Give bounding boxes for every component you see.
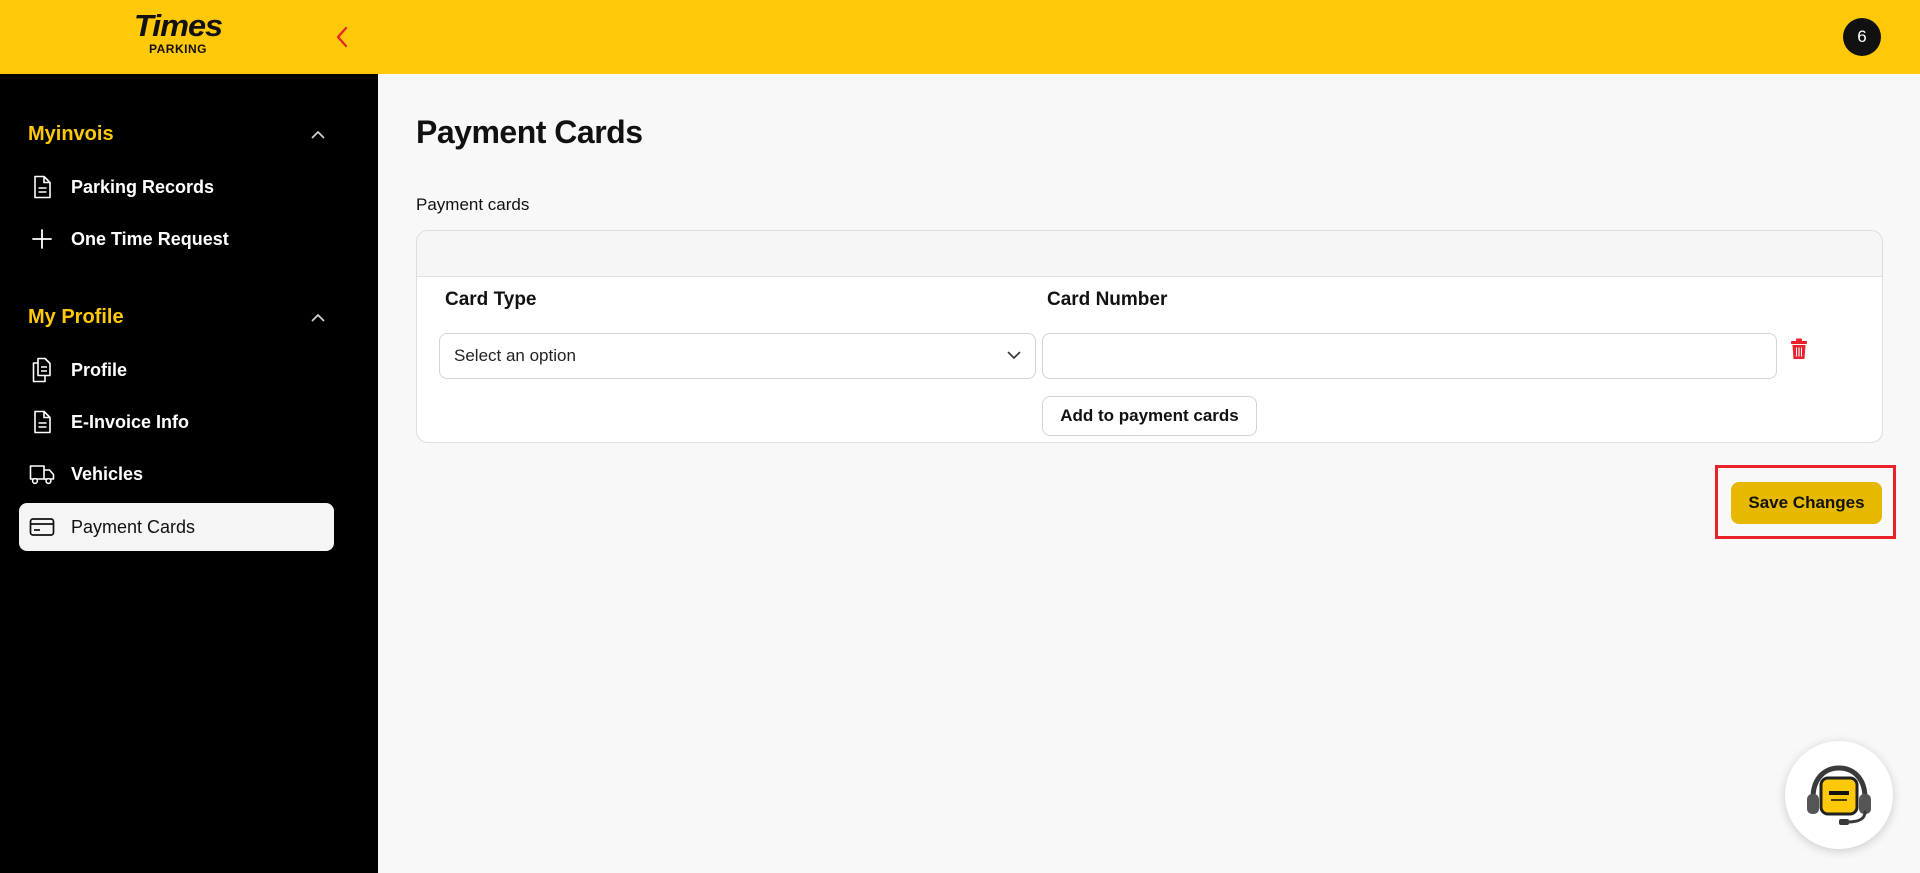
logo-wordmark: Times xyxy=(133,8,223,43)
sidebar-item-label: Vehicles xyxy=(71,463,144,484)
sidebar-item-label: Profile xyxy=(71,359,128,380)
plus-icon xyxy=(29,226,55,252)
main-content: Payment Cards Payment cards Card Type Ca… xyxy=(378,74,1920,873)
section-title: My Profile xyxy=(28,305,124,328)
card-type-select-value: Select an option xyxy=(454,346,576,365)
documents-icon xyxy=(29,357,55,383)
user-avatar[interactable]: 6 xyxy=(1843,18,1881,56)
card-number-header: Card Number xyxy=(1047,289,1168,310)
add-to-payment-cards-button[interactable]: Add to payment cards xyxy=(1042,396,1257,436)
section-header-myinvois[interactable]: Myinvois xyxy=(28,119,328,149)
card-type-select[interactable]: Select an option xyxy=(439,333,1036,379)
sidebar-item-label: Payment Cards xyxy=(71,516,196,537)
logo-subtitle: PARKING xyxy=(149,42,207,56)
sidebar-item-parking-records[interactable]: Parking Records xyxy=(19,163,334,211)
headset-support-icon xyxy=(1807,765,1871,825)
support-chat-button[interactable] xyxy=(1785,741,1893,849)
top-bar: Times PARKING 6 xyxy=(0,0,1920,74)
delete-card-button[interactable] xyxy=(1787,335,1811,363)
sidebar-item-label: E-Invoice Info xyxy=(71,411,190,432)
sidebar-item-vehicles[interactable]: Vehicles xyxy=(19,450,334,498)
payment-cards-label: Payment cards xyxy=(416,195,530,214)
document-icon xyxy=(29,409,55,435)
sidebar-item-e-invoice-info[interactable]: E-Invoice Info xyxy=(19,398,334,446)
sidebar: Myinvois Parking Records One Time Reques… xyxy=(0,74,378,873)
truck-icon xyxy=(29,461,55,487)
chevron-up-icon xyxy=(308,307,328,327)
sidebar-item-label: Parking Records xyxy=(71,176,215,197)
panel-header xyxy=(417,231,1882,277)
section-header-my-profile[interactable]: My Profile xyxy=(28,302,328,332)
card-number-input[interactable] xyxy=(1042,333,1777,379)
section-title: Myinvois xyxy=(28,122,114,145)
sidebar-item-one-time-request[interactable]: One Time Request xyxy=(19,215,334,263)
chevron-down-icon xyxy=(1007,347,1021,365)
save-changes-button[interactable]: Save Changes xyxy=(1731,482,1882,524)
chevron-up-icon xyxy=(308,124,328,144)
sidebar-item-profile[interactable]: Profile xyxy=(19,346,334,394)
chevron-left-icon xyxy=(336,26,348,48)
page-title: Payment Cards xyxy=(416,114,643,150)
sidebar-item-label: One Time Request xyxy=(71,228,229,249)
times-parking-logo[interactable]: Times PARKING xyxy=(128,10,228,62)
document-icon xyxy=(29,174,55,200)
payment-cards-panel: Card Type Card Number Select an option A… xyxy=(416,230,1883,443)
collapse-sidebar-button[interactable] xyxy=(330,22,354,52)
sidebar-item-payment-cards[interactable]: Payment Cards xyxy=(19,503,334,551)
trash-icon xyxy=(1791,338,1807,359)
credit-card-icon xyxy=(29,514,55,540)
card-type-header: Card Type xyxy=(445,289,537,310)
